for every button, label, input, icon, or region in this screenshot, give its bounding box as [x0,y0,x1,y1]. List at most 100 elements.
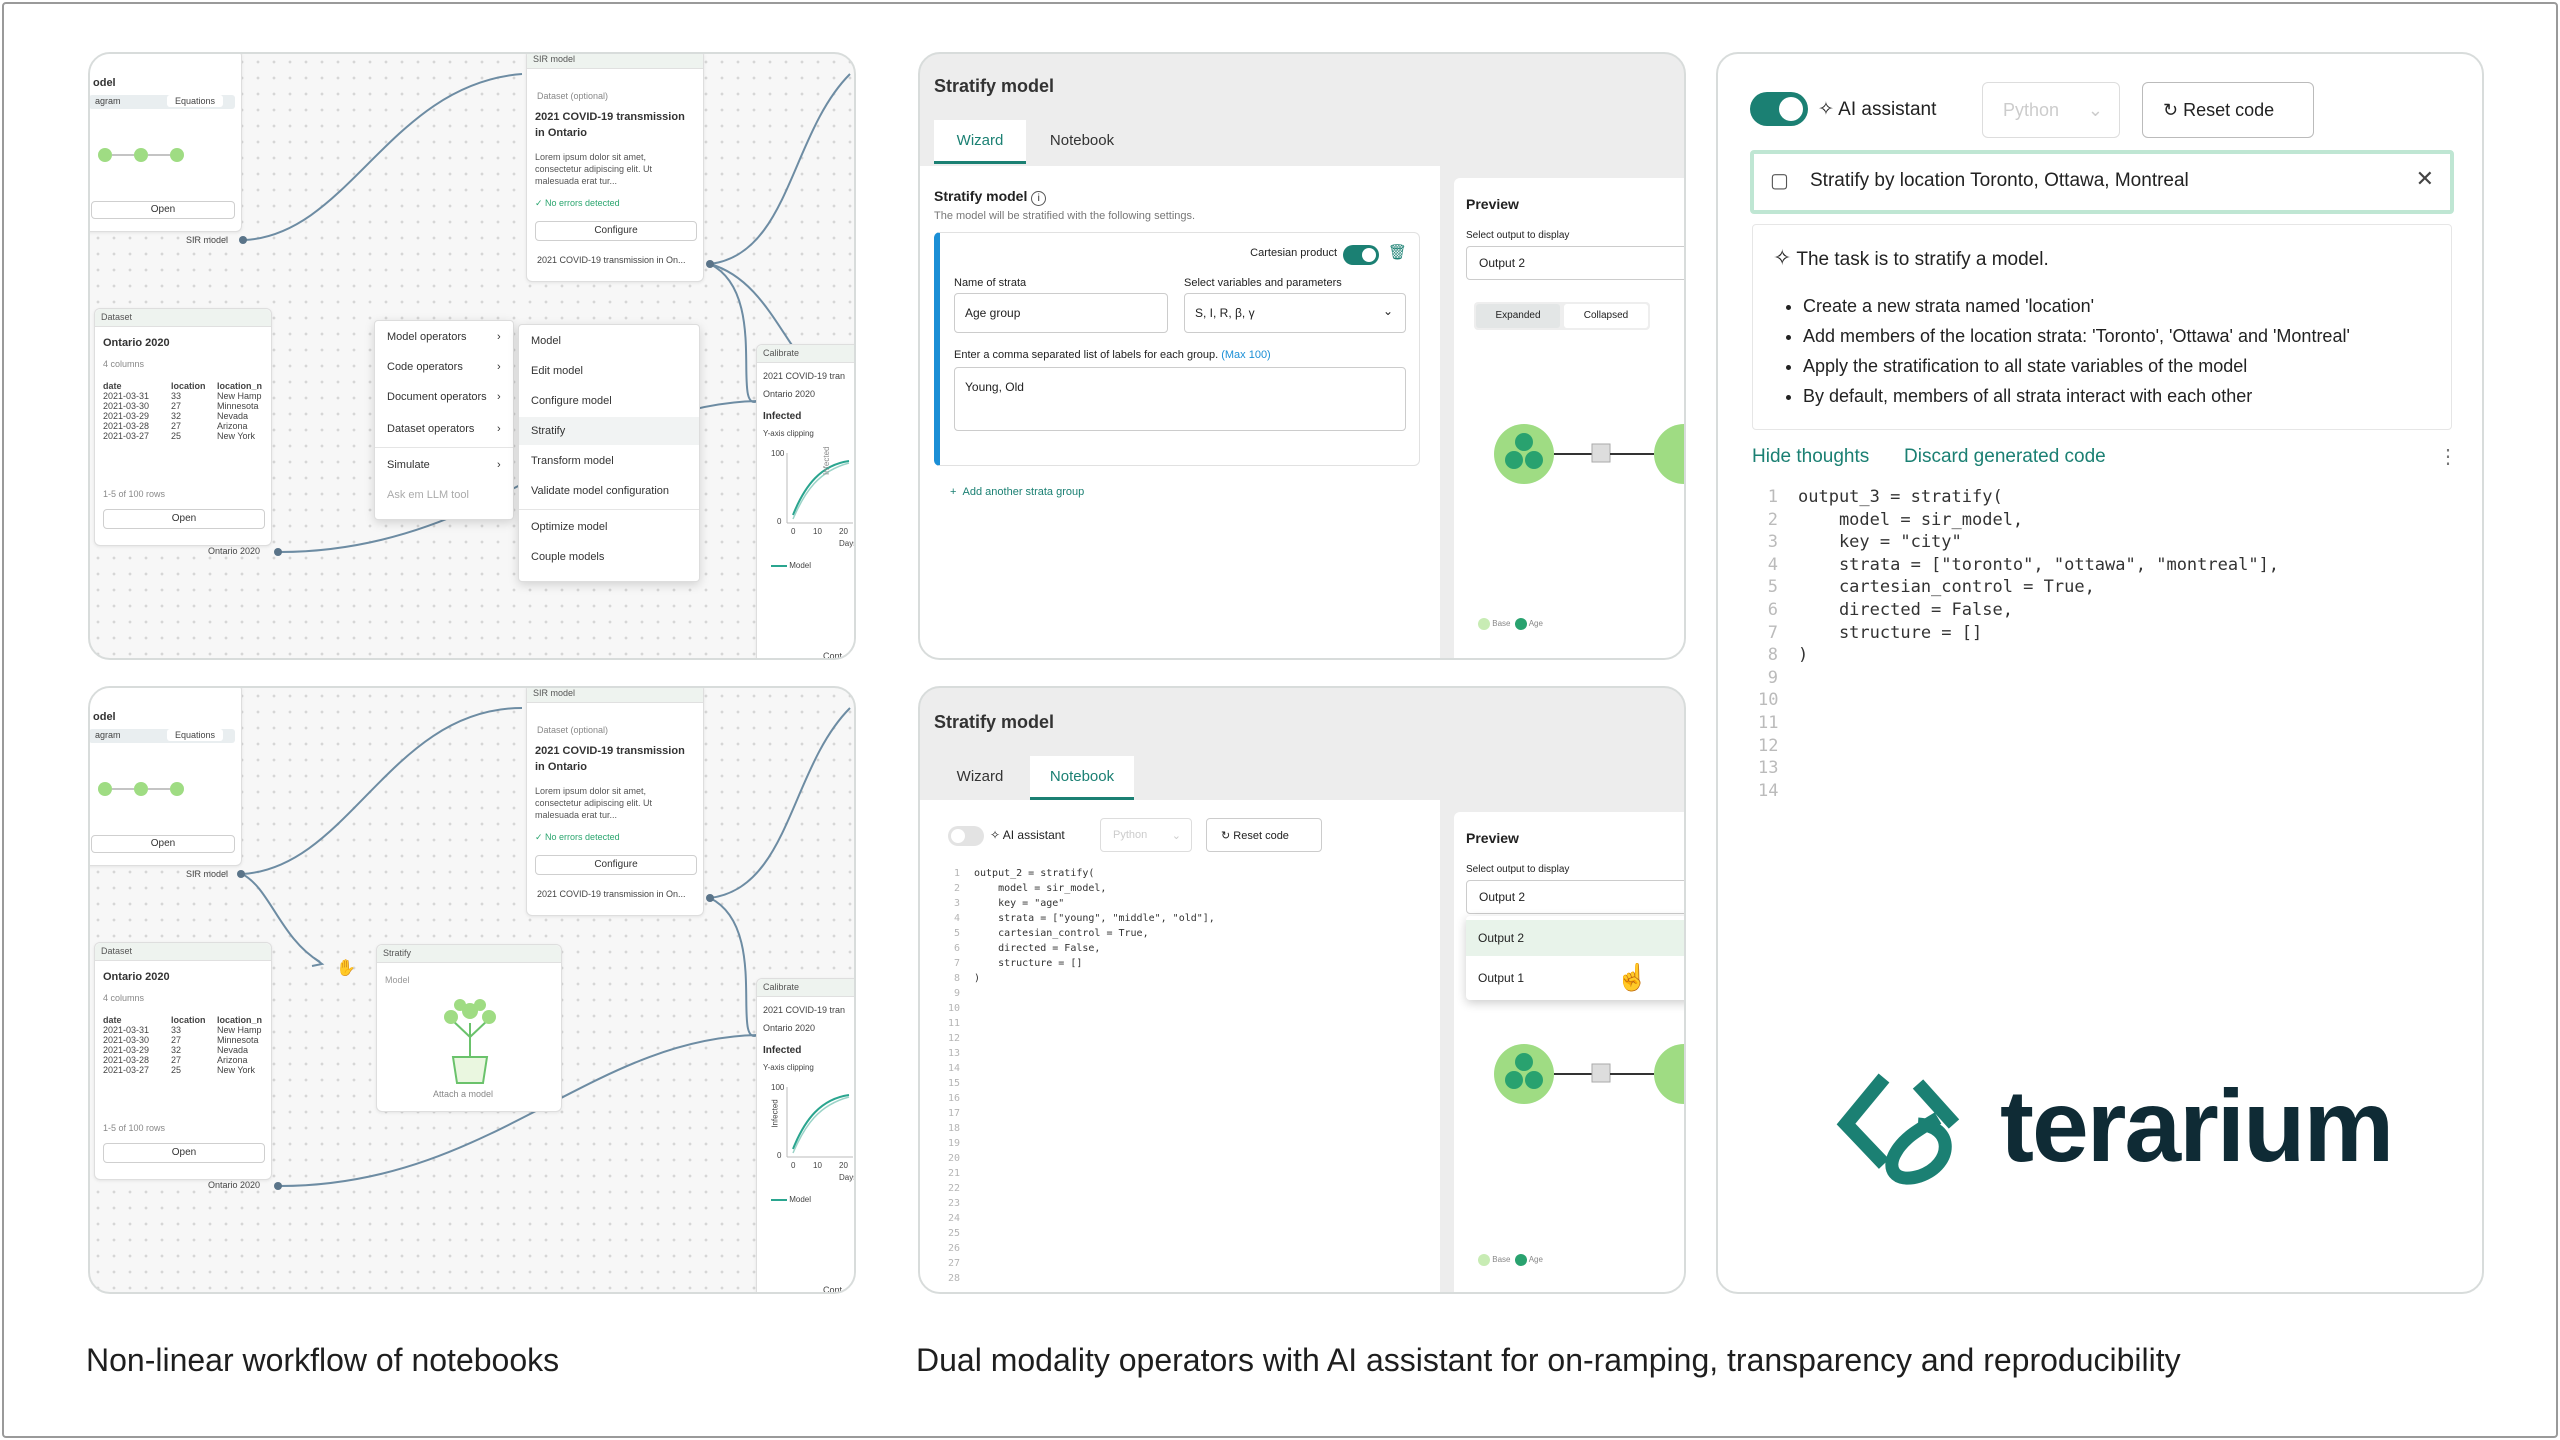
calibrate-input-model: 2021 COVID-19 tran [763,371,846,381]
info-icon[interactable]: i [1031,191,1047,206]
stratify-node[interactable]: Stratify Model Attach a model [376,944,562,1112]
calibrate-variable[interactable]: Infected [763,1045,801,1056]
menu-llm-tool[interactable]: Ask em LLM tool [387,489,469,501]
submenu-couple-models[interactable]: Couple models [531,551,604,563]
language-select[interactable]: Python ⌄ [1982,82,2120,138]
calibrate-node[interactable]: Calibrate 2021 COVID-19 tran Ontario 202… [756,344,854,658]
submenu-edit-model[interactable]: Edit model [531,365,583,377]
menu-code-operators[interactable]: Code operators [387,361,463,373]
cartesian-toggle[interactable] [1343,245,1379,265]
dataset-node[interactable]: Dataset Ontario 2020 4 columns date locat… [94,308,272,546]
submenu-configure-model[interactable]: Configure model [531,395,612,407]
dataset-node[interactable]: Dataset Ontario 2020 4 columns date locat… [94,942,272,1180]
collapsed-button[interactable]: Collapsed [1564,304,1648,328]
line-number: 22 [947,1183,960,1194]
sir-model-node[interactable]: SIR model Dataset (optional) 2021 COVID-… [526,54,704,282]
more-options-icon[interactable]: ⋮ [2438,444,2458,469]
reset-code-button[interactable]: ↻ Reset code [2142,82,2314,138]
submenu-optimize-model[interactable]: Optimize model [531,521,607,533]
model-node[interactable]: odel agram Equations Open [90,688,242,866]
ai-assistant-toggle[interactable] [1750,92,1808,126]
ytick-top: 100 [771,1083,785,1092]
variables-select[interactable]: S, I, R, β, γ ⌄ [1184,293,1406,333]
submenu-model[interactable]: Model [531,335,561,347]
prompt-input[interactable]: ▢ Stratify by location Toronto, Ottawa, … [1750,150,2454,214]
strata-name-label: Name of strata [954,277,1027,289]
submenu-transform-model[interactable]: Transform model [531,455,614,467]
line-number: 23 [947,1198,960,1209]
expanded-button[interactable]: Expanded [1476,304,1560,328]
model-output-port[interactable] [237,870,245,878]
tab-notebook[interactable]: Notebook [1030,120,1134,164]
thought-bullet: Add members of the location strata: 'Tor… [1803,321,2350,351]
chevron-down-icon: ⌄ [2087,100,2103,120]
model-node[interactable]: odel agram Equations Open [90,54,242,232]
dataset-open-button[interactable]: Open [103,509,265,529]
option-output-2[interactable]: Output 2 [1466,920,1684,956]
sir-output-port[interactable] [706,894,714,902]
dataset-table: date location location_n 2021-03-31 33 New H… [103,381,263,441]
line-number: 10 [947,1003,960,1014]
thought-bullet: By default, members of all strata intera… [1803,381,2350,411]
configure-button[interactable]: Configure [535,855,697,875]
calibrate-header: Calibrate [757,345,854,363]
menu-simulate[interactable]: Simulate [387,459,430,471]
output-select[interactable]: Output 2 [1466,246,1684,280]
close-icon[interactable]: ✕ [2416,166,2434,192]
line-number: 7 [1767,622,1778,643]
preview-pane: Preview Select output to display Output … [1454,812,1684,1292]
tab-equations[interactable]: Equations [167,729,224,741]
language-select[interactable]: Python ⌄ [1100,818,1192,852]
submenu-stratify[interactable]: Stratify [531,425,565,437]
dataset-columns: 4 columns [103,359,145,369]
tab-diagram[interactable]: agram [95,730,121,740]
output-select[interactable]: Output 2 [1466,880,1684,914]
option-output-1[interactable]: Output 1 [1466,960,1684,996]
line-number: 5 [1767,577,1778,598]
sir-model-node[interactable]: SIR model Dataset (optional) 2021 COVID-… [526,688,704,916]
chevron-down-icon: ⌄ [1382,304,1393,318]
labels-textarea[interactable]: Young, Old [954,367,1406,431]
strata-name-input[interactable]: Age group [954,293,1168,333]
chevron-down-icon: ⌄ [1171,830,1181,842]
sir-output-port-label: 2021 COVID-19 transmission in On... [537,255,686,265]
calibrate-variable[interactable]: Infected [763,411,801,422]
model-output-port[interactable] [239,236,247,244]
model-open-button[interactable]: Open [91,201,235,219]
dataset-output-port[interactable] [274,548,282,556]
tab-notebook[interactable]: Notebook [1030,756,1134,800]
line-number: 2 [953,883,960,894]
model-open-button[interactable]: Open [91,835,235,853]
workflow-canvas-panel-2: ✋ odel agram Equations Open SIR model SI… [88,686,856,1294]
notebook-editor: ✧ AI assistant Python ⌄ ↻ Reset code 123… [920,800,1440,1292]
dataset-output-port[interactable] [274,1182,282,1190]
add-strata-group-link[interactable]: + Add another strata group [950,486,1084,498]
submenu-validate-model[interactable]: Validate model configuration [531,485,669,497]
thought-title: ✧ The task is to stratify a model. [1773,245,2049,270]
tab-diagram[interactable]: agram [95,96,121,106]
dataset-open-button[interactable]: Open [103,1143,265,1163]
configure-button[interactable]: Configure [535,221,697,241]
line-number: 17 [947,1108,960,1119]
reset-code-button[interactable]: ↻ Reset code [1206,818,1322,852]
code-line: key = "city" [1798,532,1962,553]
delete-icon[interactable]: 🗑 [1388,243,1407,261]
menu-model-operators[interactable]: Model operators [387,331,467,343]
sir-output-port[interactable] [706,260,714,268]
yaxis-clipping-label: Y-axis clipping [763,1063,814,1072]
view-toggle: Expanded Collapsed [1474,302,1650,330]
line-number: 8 [1767,645,1778,666]
hide-thoughts-link[interactable]: Hide thoughts [1752,446,1869,468]
discard-code-link[interactable]: Discard generated code [1904,446,2106,468]
ai-assistant-label: ✧ AI assistant [990,828,1065,842]
tab-wizard[interactable]: Wizard [934,756,1026,800]
sir-node-title: 2021 COVID-19 transmission in Ontario [535,745,685,773]
calibrate-node[interactable]: Calibrate 2021 COVID-19 tran Ontario 202… [756,978,854,1292]
tab-wizard[interactable]: Wizard [934,120,1026,164]
menu-dataset-operators[interactable]: Dataset operators [387,423,474,435]
ai-assistant-toggle[interactable] [948,826,984,846]
ai-assistant-label: ✧ AI assistant [1818,99,1937,120]
line-number: 16 [947,1093,960,1104]
tab-equations[interactable]: Equations [167,95,224,107]
menu-document-operators[interactable]: Document operators [387,391,487,403]
